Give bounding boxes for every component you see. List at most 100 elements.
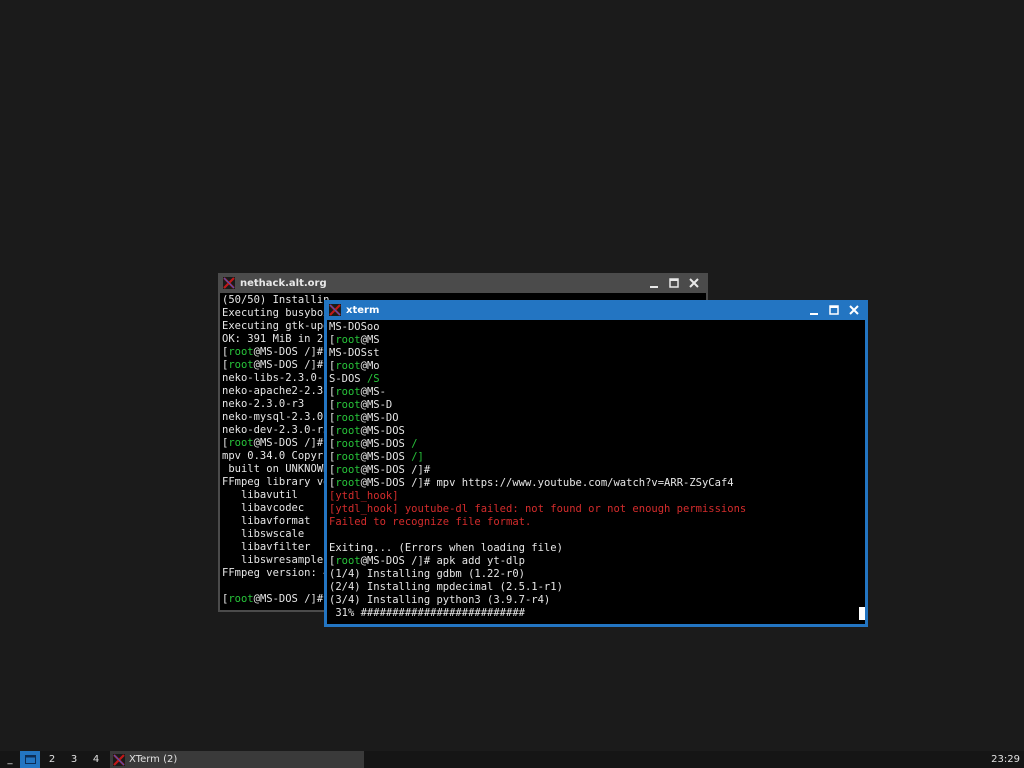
x11-icon <box>329 304 341 316</box>
terminal-text: (1/4) Installing gdbm (1.22-r0) <box>329 568 525 580</box>
terminal-line: [root@MS-D <box>329 399 746 412</box>
terminal-text: / <box>411 438 418 450</box>
terminal-text: libavcodec <box>222 502 305 514</box>
window-icon <box>24 755 36 764</box>
terminal-text: @MS-DOS /]# <box>253 593 324 605</box>
terminal-line: [ytdl_hook] <box>329 490 746 503</box>
terminal-line: (50/50) Installin <box>222 294 329 307</box>
terminal-text: libavformat <box>222 515 311 527</box>
terminal-line: [root@Mo <box>329 360 746 373</box>
terminal-text: neko-dev-2.3.0-r3 <box>222 424 330 436</box>
terminal-output[interactable]: MS-DOSoo [root@MS MS-DOSst [root@Mo S-DOS /S… <box>327 320 865 624</box>
terminal-text: root <box>335 451 361 463</box>
workspace-3-button[interactable]: 3 <box>64 751 84 768</box>
terminal-text: [ytdl_hook] <box>329 490 399 502</box>
close-button[interactable] <box>844 302 864 318</box>
terminal-line: [root@MS-DOS /]# mpv https://www.youtube… <box>329 477 746 490</box>
terminal-line: MS-DOSst <box>329 347 746 360</box>
xterm-window[interactable]: xterm MS-DOSoo [root@MS MS-DOSst [root@Mo S-… <box>324 300 868 627</box>
terminal-line: neko-mysql-2.3.0- <box>222 411 329 424</box>
terminal-line: neko-2.3.0-r3 <box>222 398 329 411</box>
workspace-label: 4 <box>92 754 100 765</box>
minimize-icon <box>810 313 818 315</box>
terminal-line: 31% ########################## <box>329 607 746 620</box>
close-icon <box>849 305 859 315</box>
terminal-text: built on UNKNOWN <box>222 463 330 475</box>
terminal-text: root <box>335 360 361 372</box>
terminal-text: root <box>335 477 361 489</box>
taskbar: _ 2 3 4 XTerm (2) 23:29 <box>0 751 1024 768</box>
text-cursor <box>859 607 865 620</box>
workspace-1-button[interactable] <box>20 751 40 768</box>
terminal-text: @MS-DOS /]# <box>253 437 324 449</box>
terminal-line: S-DOS /S <box>329 373 746 386</box>
terminal-text: neko-apache2-2.3. <box>222 385 330 397</box>
terminal-text: FFmpeg library ve <box>222 476 330 488</box>
terminal-text: @MS-DOS /]# apk add yt-dlp <box>360 555 525 567</box>
terminal-line: [root@MS-DOS /]# <box>222 437 329 450</box>
terminal-text: FFmpeg version: 4 <box>222 567 330 579</box>
terminal-text: libavfilter <box>222 541 311 553</box>
maximize-button[interactable] <box>824 302 844 318</box>
terminal-text: @Mo <box>360 360 380 372</box>
x11-icon <box>223 277 235 289</box>
terminal-text: Executing busybox <box>222 307 330 319</box>
terminal-text: neko-2.3.0-r3 <box>222 398 305 410</box>
show-desktop-button[interactable]: _ <box>0 754 20 765</box>
terminal-text: @MS-DOS /]# <box>253 359 324 371</box>
terminal-text: Executing gtk-upd <box>222 320 330 332</box>
taskbar-task-xterm[interactable]: XTerm (2) <box>110 751 364 768</box>
terminal-line: FFmpeg version: 4 <box>222 567 329 580</box>
terminal-text: (50/50) Installin <box>222 294 330 306</box>
terminal-line: [root@MS- <box>329 386 746 399</box>
terminal-text: OK: 391 MiB in 21 <box>222 333 330 345</box>
terminal-line: mpv 0.34.0 Copyri <box>222 450 329 463</box>
terminal-line: [root@MS-DOS /]# <box>222 346 329 359</box>
terminal-line: libswscale <box>222 528 329 541</box>
terminal-line: libavutil <box>222 489 329 502</box>
terminal-line: (2/4) Installing mpdecimal (2.5.1-r1) <box>329 581 746 594</box>
workspace-4-button[interactable]: 4 <box>86 751 106 768</box>
minimize-button[interactable] <box>804 302 824 318</box>
terminal-line: Failed to recognize file format. <box>329 516 746 529</box>
workspace-label: 2 <box>48 754 56 765</box>
terminal-line: [root@MS <box>329 334 746 347</box>
terminal-text: /S <box>366 373 380 385</box>
terminal-line: libavfilter <box>222 541 329 554</box>
terminal-text: @MS-DOS /]# <box>360 464 431 476</box>
terminal-line: [root@MS-DOS / <box>329 438 746 451</box>
terminal-text: neko-mysql-2.3.0- <box>222 411 330 423</box>
window-title: xterm <box>346 304 380 316</box>
terminal-line: FFmpeg library ve <box>222 476 329 489</box>
window-titlebar[interactable]: nethack.alt.org <box>218 273 708 293</box>
terminal-text: [ytdl_hook] youtube-dl failed: not found… <box>329 503 747 515</box>
terminal-line: neko-dev-2.3.0-r3 <box>222 424 329 437</box>
maximize-button[interactable] <box>664 275 684 291</box>
terminal-text: @MS-DOS <box>360 425 405 437</box>
terminal-text: root <box>228 593 254 605</box>
window-titlebar[interactable]: xterm <box>324 300 868 320</box>
workspace-2-button[interactable]: 2 <box>42 751 62 768</box>
minimize-button[interactable] <box>644 275 664 291</box>
terminal-text: Failed to recognize file format. <box>329 516 532 528</box>
terminal-text: root <box>335 386 361 398</box>
close-icon <box>689 278 699 288</box>
terminal-text: root <box>335 425 361 437</box>
terminal-text: root <box>335 464 361 476</box>
terminal-line: neko-libs-2.3.0-r <box>222 372 329 385</box>
terminal-line: Exiting... (Errors when loading file) <box>329 542 746 555</box>
workspace-label: 3 <box>70 754 78 765</box>
close-button[interactable] <box>684 275 704 291</box>
terminal-line: [root@MS-DOS /] <box>329 451 746 464</box>
terminal-text: root <box>335 399 361 411</box>
window-title: nethack.alt.org <box>240 277 327 289</box>
maximize-icon <box>669 278 679 288</box>
terminal-line: built on UNKNOWN <box>222 463 329 476</box>
terminal-line: [root@MS-DOS <box>329 425 746 438</box>
terminal-text: MS-DOSst <box>329 347 380 359</box>
terminal-text: S-DOS <box>329 373 367 385</box>
terminal-text: MS-DOSoo <box>329 321 380 333</box>
maximize-icon <box>829 305 839 315</box>
